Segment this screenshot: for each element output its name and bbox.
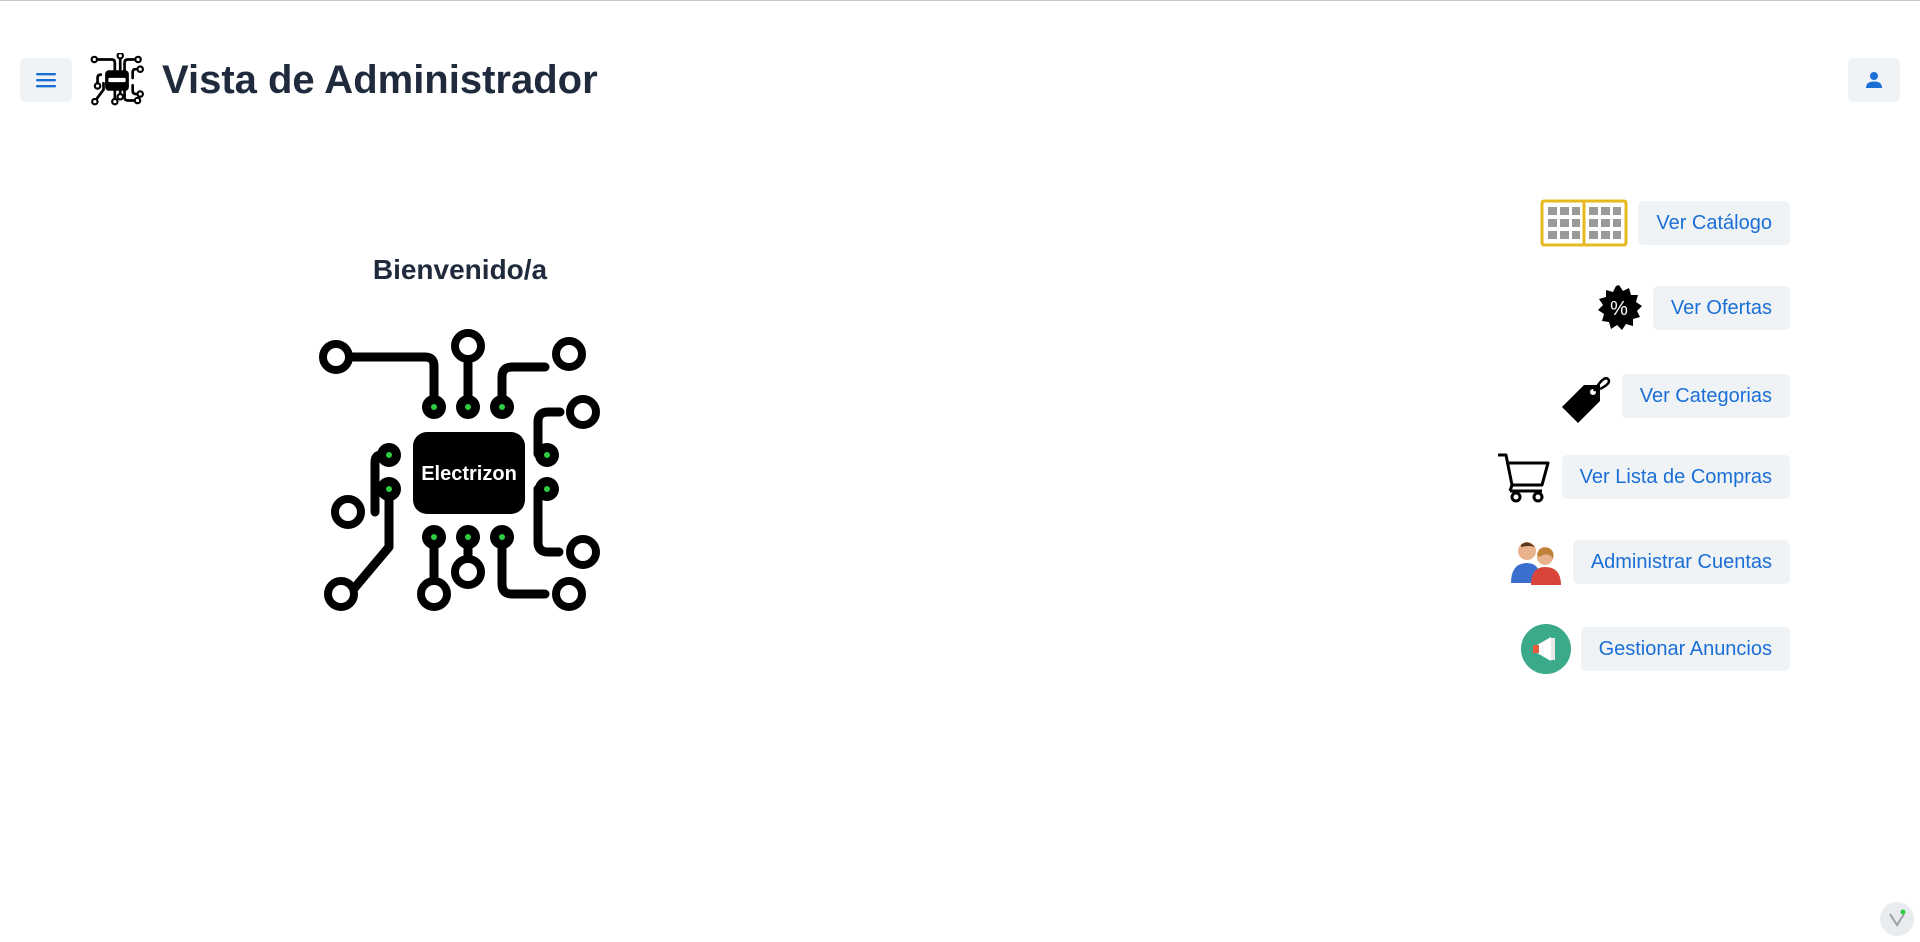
nav-row-catalog: Ver Catálogo [1540, 198, 1790, 248]
ver-catalogo-button[interactable]: Ver Catálogo [1638, 201, 1790, 245]
assistant-widget-button[interactable] [1880, 902, 1914, 936]
svg-text:%: % [1610, 298, 1628, 320]
percent-badge-icon: % [1595, 284, 1643, 332]
user-button[interactable] [1848, 58, 1900, 102]
gestionar-anuncios-button[interactable]: Gestionar Anuncios [1580, 627, 1790, 671]
shopping-cart-icon [1496, 451, 1552, 503]
nav-row-accounts: Administrar Cuentas [1509, 539, 1790, 585]
users-icon [1509, 539, 1563, 585]
megaphone-icon [1520, 624, 1571, 674]
catalog-book-icon [1540, 198, 1628, 248]
menu-button[interactable] [20, 58, 72, 102]
hamburger-menu-icon [36, 73, 56, 88]
price-tag-icon [1556, 369, 1612, 423]
nav-row-offers: % Ver Ofertas [1595, 284, 1790, 332]
welcome-heading: Bienvenido/a [372, 254, 548, 285]
circuit-chip-icon [90, 53, 144, 106]
nav-row-categories: Ver Categorias [1556, 369, 1790, 423]
assistant-check-icon [1889, 909, 1906, 927]
user-icon [1866, 72, 1882, 88]
nav-row-announcements: Gestionar Anuncios [1520, 624, 1790, 674]
ver-lista-de-compras-button[interactable]: Ver Lista de Compras [1561, 455, 1790, 499]
header: Vista de Administrador [0, 0, 1920, 160]
ver-ofertas-button[interactable]: Ver Ofertas [1652, 286, 1790, 330]
page-title: Vista de Administrador [162, 58, 598, 102]
ver-categorias-button[interactable]: Ver Categorias [1621, 374, 1790, 418]
nav-row-shopping-list: Ver Lista de Compras [1496, 451, 1790, 503]
administrar-cuentas-button[interactable]: Administrar Cuentas [1572, 540, 1790, 584]
logo-text: Electrizon [421, 463, 517, 485]
electrizon-logo: Electrizon [319, 329, 600, 611]
